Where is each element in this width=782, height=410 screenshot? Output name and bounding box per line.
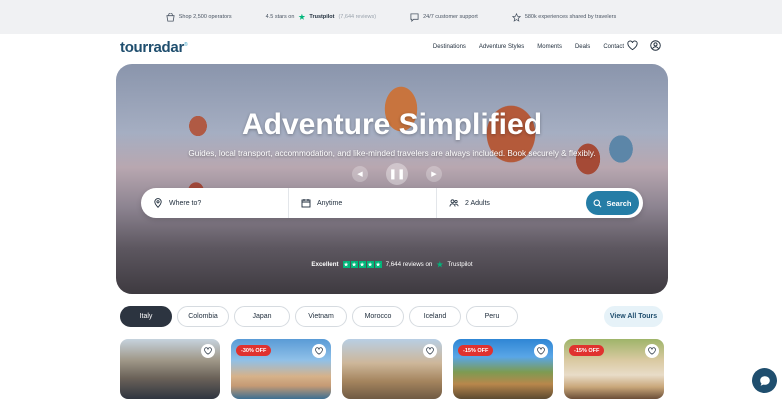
- tab-peru[interactable]: Peru: [466, 306, 518, 327]
- guests-field[interactable]: 2 Adults: [437, 188, 585, 218]
- tour-card[interactable]: [120, 339, 220, 399]
- hero-subtitle: Guides, local transport, accommodation, …: [188, 149, 596, 158]
- tab-colombia[interactable]: Colombia: [177, 306, 229, 327]
- tab-morocco[interactable]: Morocco: [352, 306, 404, 327]
- experiences-item: 580k experiences shared by travelers: [511, 12, 617, 22]
- nav-link-moments[interactable]: Moments: [537, 44, 562, 50]
- destination-field[interactable]: Where to?: [141, 188, 289, 218]
- nav-link-adventure-styles[interactable]: Adventure Styles: [479, 44, 524, 50]
- heart-icon: [537, 347, 545, 355]
- top-info-bar: Shop 2,500 operators 4.5 stars on Trustp…: [0, 0, 782, 34]
- shop-icon: [166, 12, 175, 22]
- date-field[interactable]: Anytime: [289, 188, 437, 218]
- pause-icon[interactable]: ❚❚: [386, 163, 408, 185]
- chat-widget-button[interactable]: [752, 368, 777, 393]
- country-tabs: Italy Colombia Japan Vietnam Morocco Ice…: [120, 306, 518, 327]
- favorite-button[interactable]: [201, 344, 215, 358]
- operators-item: Shop 2,500 operators: [166, 12, 232, 22]
- tab-vietnam[interactable]: Vietnam: [295, 306, 347, 327]
- experiences-text: 580k experiences shared by travelers: [524, 14, 617, 20]
- favorite-button[interactable]: [312, 344, 326, 358]
- logo-text: tourradar: [120, 39, 184, 56]
- search-bar: Where to? Anytime 2 Adults Search: [141, 188, 643, 218]
- destination-placeholder: Where to?: [169, 199, 202, 207]
- stars-prefix: 4.5 stars on: [265, 14, 295, 20]
- heart-icon: [648, 347, 656, 355]
- heart-icon: [315, 347, 323, 355]
- user-account-icon[interactable]: [650, 40, 661, 51]
- discount-badge: -15% OFF: [458, 345, 494, 356]
- hero-title: Adventure Simplified: [241, 108, 543, 141]
- previous-slide-icon[interactable]: ◀: [352, 166, 368, 182]
- operators-text: Shop 2,500 operators: [178, 14, 232, 20]
- nav-icons: [627, 40, 661, 51]
- discount-badge: -15% OFF: [569, 345, 605, 356]
- chat-bubble-icon: [410, 12, 419, 22]
- tour-cards: -30% OFF -15% OFF -15% OFF: [120, 339, 664, 399]
- rating-word: Excellent: [311, 261, 339, 268]
- discount-badge: -30% OFF: [236, 345, 272, 356]
- tour-card[interactable]: -30% OFF: [231, 339, 331, 399]
- tour-card[interactable]: -15% OFF: [564, 339, 664, 399]
- hero-banner: Adventure Simplified Guides, local trans…: [116, 64, 668, 294]
- date-value: Anytime: [317, 199, 343, 207]
- trustpilot-reviews: 7,644 reviews on: [385, 261, 433, 268]
- main-nav: tourradar® Destinations Adventure Styles…: [0, 34, 782, 62]
- star-outline-icon: [511, 12, 521, 22]
- people-icon: [449, 199, 459, 207]
- trustpilot-star-icon: [298, 13, 306, 20]
- slideshow-controls: ◀ ❚❚ ▶: [352, 163, 442, 185]
- rating-item: 4.5 stars on Trustpilot (7,644 reviews): [265, 13, 377, 21]
- favorite-button[interactable]: [423, 344, 437, 358]
- nav-link-deals[interactable]: Deals: [575, 44, 590, 50]
- tab-italy[interactable]: Italy: [120, 306, 172, 327]
- heart-icon: [426, 347, 434, 355]
- reviews-count: (7,644 reviews): [338, 14, 377, 20]
- nav-link-contact[interactable]: Contact: [603, 44, 624, 50]
- trustpilot-brand: Trustpilot: [309, 14, 335, 20]
- tourradar-logo[interactable]: tourradar®: [120, 39, 188, 56]
- trustpilot-brand-hero: Trustpilot: [447, 261, 473, 268]
- tab-iceland[interactable]: Iceland: [409, 306, 461, 327]
- chat-icon: [759, 375, 770, 386]
- nav-link-destinations[interactable]: Destinations: [433, 44, 466, 50]
- tab-japan[interactable]: Japan: [234, 306, 290, 327]
- location-pin-icon: [154, 198, 162, 208]
- support-text: 24/7 customer support: [423, 14, 478, 20]
- logo-mark: ®: [183, 42, 188, 48]
- heart-icon[interactable]: [627, 40, 638, 51]
- trustpilot-stars-icon: [342, 261, 382, 268]
- favorite-button[interactable]: [534, 344, 548, 358]
- search-icon: [594, 199, 602, 207]
- tour-card[interactable]: [342, 339, 442, 399]
- guests-value: 2 Adults: [465, 199, 490, 207]
- search-button[interactable]: Search: [586, 191, 639, 215]
- view-all-tours-button[interactable]: View All Tours: [604, 306, 663, 327]
- trustpilot-rating[interactable]: Excellent 7,644 reviews on Trustpilot: [116, 261, 668, 268]
- next-slide-icon[interactable]: ▶: [426, 166, 442, 182]
- favorite-button[interactable]: [645, 344, 659, 358]
- search-button-label: Search: [606, 198, 632, 208]
- trustpilot-logo-icon: [436, 261, 444, 268]
- heart-icon: [204, 347, 212, 355]
- support-item: 24/7 customer support: [410, 12, 478, 22]
- nav-links: Destinations Adventure Styles Moments De…: [433, 44, 624, 50]
- calendar-icon: [301, 199, 311, 208]
- tour-card[interactable]: -15% OFF: [453, 339, 553, 399]
